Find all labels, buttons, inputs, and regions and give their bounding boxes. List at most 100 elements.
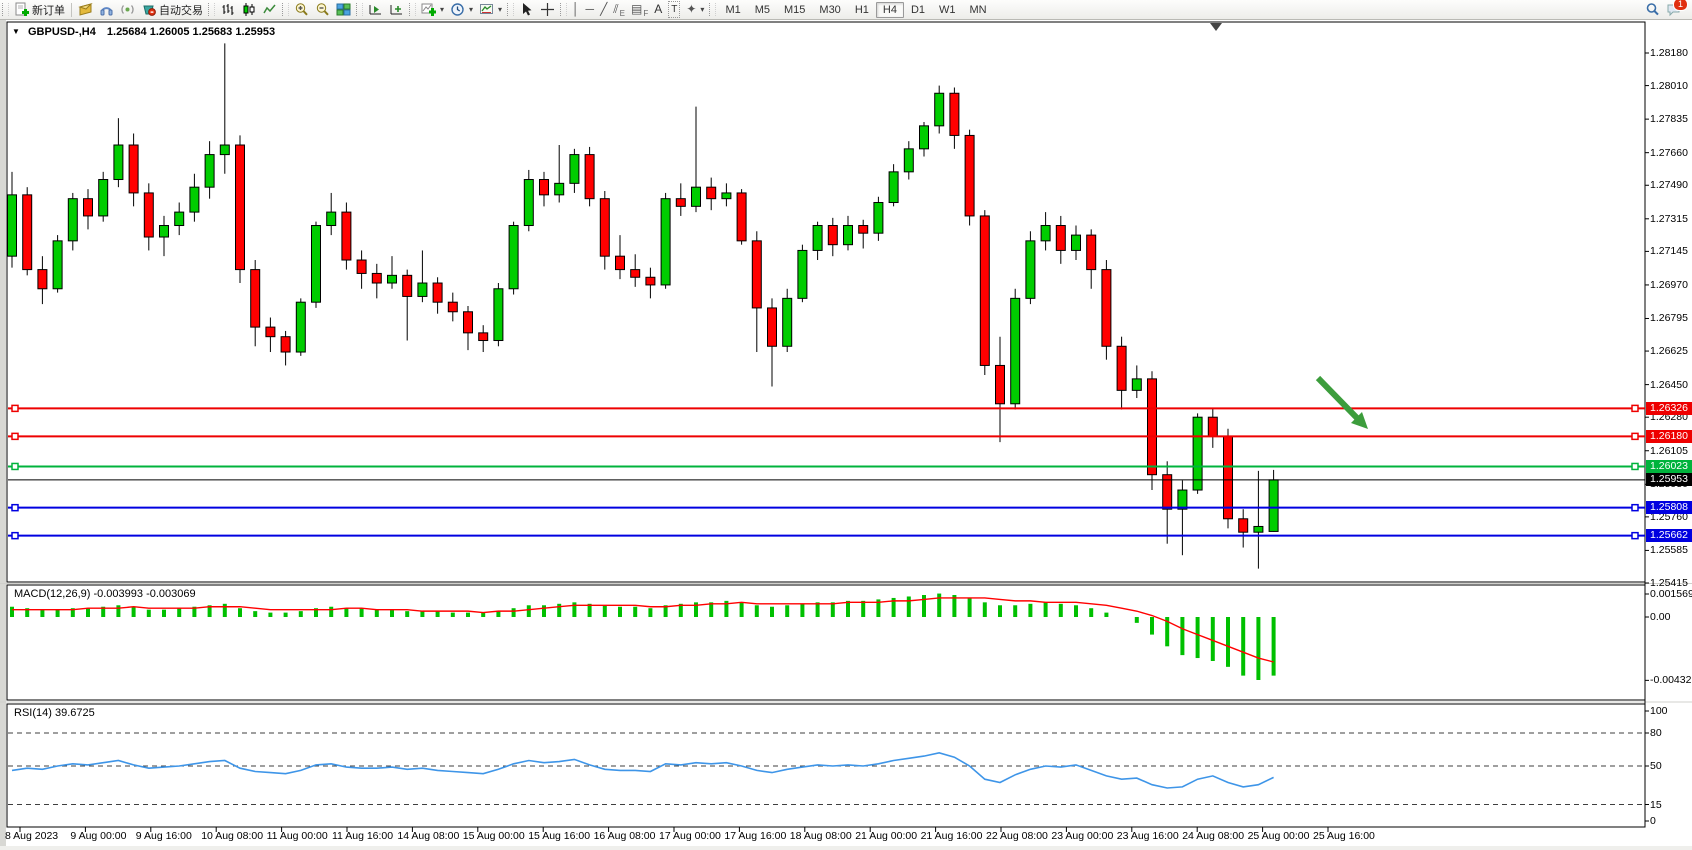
time-tick-label: 21 Aug 16:00 (921, 830, 983, 842)
toolbar-grip[interactable] (507, 3, 514, 16)
timeframe-m5[interactable]: M5 (748, 2, 777, 18)
toolbar: 新订单 自动交易 (0, 0, 1692, 20)
toolbar-grip[interactable] (409, 3, 416, 16)
fibo-subscript: F (643, 9, 648, 18)
vline-tool-button[interactable]: │ (569, 1, 583, 18)
candlestick-button[interactable] (238, 1, 259, 18)
template-icon (479, 2, 494, 17)
trendline-tool-button[interactable]: ╱ (597, 1, 610, 18)
hline-price-badge[interactable]: 1.25662 (1646, 529, 1692, 542)
arrows-tool-button[interactable]: ✦▾ (683, 1, 707, 18)
toolbar-grip[interactable] (208, 3, 215, 16)
current-price-badge: 1.25953 (1646, 473, 1692, 486)
add-indicator-button[interactable]: ▾ (418, 1, 447, 18)
notification-count-badge: 1 (1673, 0, 1688, 11)
dropdown-caret: ▾ (498, 5, 502, 14)
autotrading-icon (141, 2, 156, 17)
price-tick-label: 1.28010 (1650, 80, 1688, 92)
mail-icon (78, 2, 93, 17)
toolbar-grip[interactable] (2, 3, 9, 16)
collapse-triangle-icon[interactable]: ▼ (12, 27, 20, 36)
new-order-button[interactable]: 新订单 (11, 1, 68, 18)
price-tick-label: 1.27660 (1650, 147, 1688, 159)
zoom-out-button[interactable] (312, 1, 333, 18)
separator (71, 3, 72, 17)
strategy-tester-button[interactable] (365, 1, 386, 18)
time-tick-label: 21 Aug 00:00 (855, 830, 917, 842)
trendline-icon: ╱ (600, 2, 607, 17)
time-tick-label: 15 Aug 16:00 (528, 830, 590, 842)
toolbar-grip[interactable] (282, 3, 289, 16)
price-tick-label: 1.26105 (1650, 445, 1688, 457)
autotrading-label: 自动交易 (159, 2, 203, 18)
rsi-tick-label: 0 (1650, 815, 1656, 827)
channel-tool-button[interactable]: ⫽ E (610, 1, 628, 18)
crosshair-button[interactable] (537, 1, 558, 18)
search-button[interactable] (1642, 1, 1663, 18)
cursor-button[interactable] (516, 1, 537, 18)
data-window-button[interactable] (386, 1, 407, 18)
macd-tick-label: -0.004322 (1650, 674, 1692, 686)
tile-windows-icon (336, 2, 351, 17)
fibonacci-tool-button[interactable]: ▤ F (628, 1, 651, 18)
label-tool-button[interactable]: T (665, 1, 683, 18)
macd-tick-label: 0.001569 (1650, 588, 1692, 600)
hline-price-badge[interactable]: 1.26023 (1646, 460, 1692, 473)
channel-subscript: E (620, 9, 625, 18)
line-chart-button[interactable] (259, 1, 280, 18)
timeframe-strip: M1M5M15M30H1H4D1W1MN (718, 2, 993, 18)
timeframe-m30[interactable]: M30 (812, 2, 847, 18)
time-tick-label: 9 Aug 00:00 (70, 830, 126, 842)
template-button[interactable]: ▾ (476, 1, 505, 18)
bar-chart-icon (220, 2, 235, 17)
chart-symbol-period: GBPUSD-,H4 (28, 26, 96, 38)
timeframe-m1[interactable]: M1 (718, 2, 747, 18)
toolbar-grip[interactable] (709, 3, 716, 16)
hline-price-badge[interactable]: 1.26326 (1646, 402, 1692, 415)
tile-windows-button[interactable] (333, 1, 354, 18)
time-tick-label: 23 Aug 00:00 (1051, 830, 1113, 842)
price-tick-label: 1.26450 (1650, 379, 1688, 391)
toolbar-grip[interactable] (560, 3, 567, 16)
hline-tool-button[interactable]: ─ (583, 1, 598, 18)
text-tool-button[interactable]: A (651, 1, 665, 18)
chart-add-icon (389, 2, 404, 17)
timeframe-w1[interactable]: W1 (932, 2, 963, 18)
timeframe-m15[interactable]: M15 (777, 2, 812, 18)
chart-title[interactable]: ▼ GBPUSD-,H4 1.25684 1.26005 1.25683 1.2… (12, 26, 275, 38)
period-button[interactable]: ▾ (447, 1, 476, 18)
mail-button[interactable] (75, 1, 96, 18)
broadcast-button[interactable] (117, 1, 138, 18)
price-tick-label: 1.26970 (1650, 279, 1688, 291)
timeframe-mn[interactable]: MN (963, 2, 994, 18)
headset-icon (99, 2, 114, 17)
time-tick-label: 17 Aug 00:00 (659, 830, 721, 842)
support-button[interactable] (96, 1, 117, 18)
price-tick-label: 1.25585 (1650, 544, 1688, 556)
main-chart-pane[interactable] (7, 22, 1645, 582)
vline-icon: │ (572, 2, 580, 17)
rsi-label: RSI(14) 39.6725 (14, 707, 95, 719)
time-tick-label: 18 Aug 08:00 (790, 830, 852, 842)
time-tick-label: 10 Aug 08:00 (201, 830, 263, 842)
time-tick-label: 17 Aug 16:00 (724, 830, 786, 842)
hline-price-badge[interactable]: 1.25808 (1646, 501, 1692, 514)
timeframe-h4[interactable]: H4 (876, 2, 904, 18)
zoom-in-icon (294, 2, 309, 17)
hline-price-badge[interactable]: 1.26180 (1646, 430, 1692, 443)
timeframe-h1[interactable]: H1 (848, 2, 876, 18)
autotrading-button[interactable]: 自动交易 (138, 1, 206, 18)
arrows-icon: ✦ (686, 2, 696, 17)
timeframe-d1[interactable]: D1 (904, 2, 932, 18)
clock-icon (450, 2, 465, 17)
rsi-pane[interactable] (7, 704, 1645, 827)
notifications-button[interactable]: 1 (1663, 1, 1684, 18)
bar-chart-button[interactable] (217, 1, 238, 18)
macd-label: MACD(12,26,9) -0.003993 -0.003069 (14, 588, 196, 600)
cursor-icon (519, 2, 534, 17)
macd-pane[interactable] (7, 585, 1645, 700)
toolbar-grip[interactable] (356, 3, 363, 16)
dropdown-caret: ▾ (440, 5, 444, 14)
zoom-in-button[interactable] (291, 1, 312, 18)
time-tick-label: 15 Aug 00:00 (463, 830, 525, 842)
